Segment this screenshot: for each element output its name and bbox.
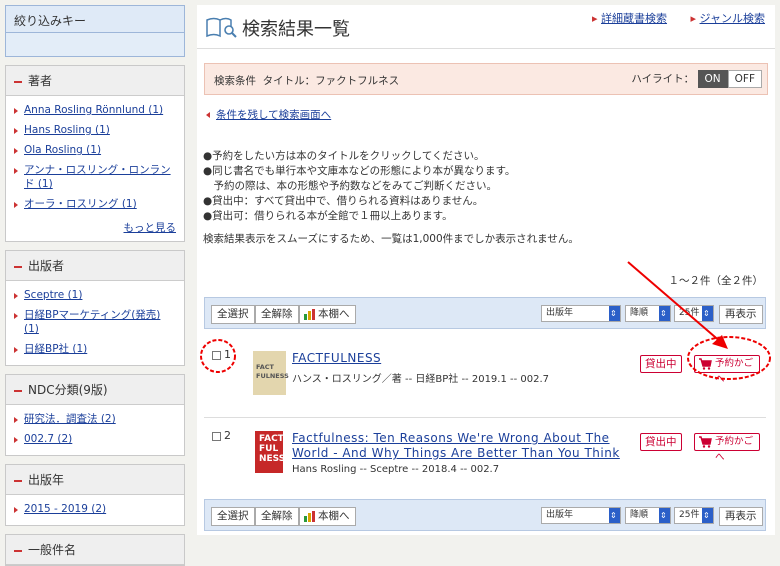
subject-heading: 一般件名 [6, 535, 184, 565]
checkbox-highlight-circle [200, 339, 236, 373]
annotation-overlay [200, 261, 771, 380]
cart-highlight-circle [687, 336, 771, 380]
subject-facet: 一般件名 [5, 534, 185, 566]
annotation-arrow [627, 261, 723, 344]
